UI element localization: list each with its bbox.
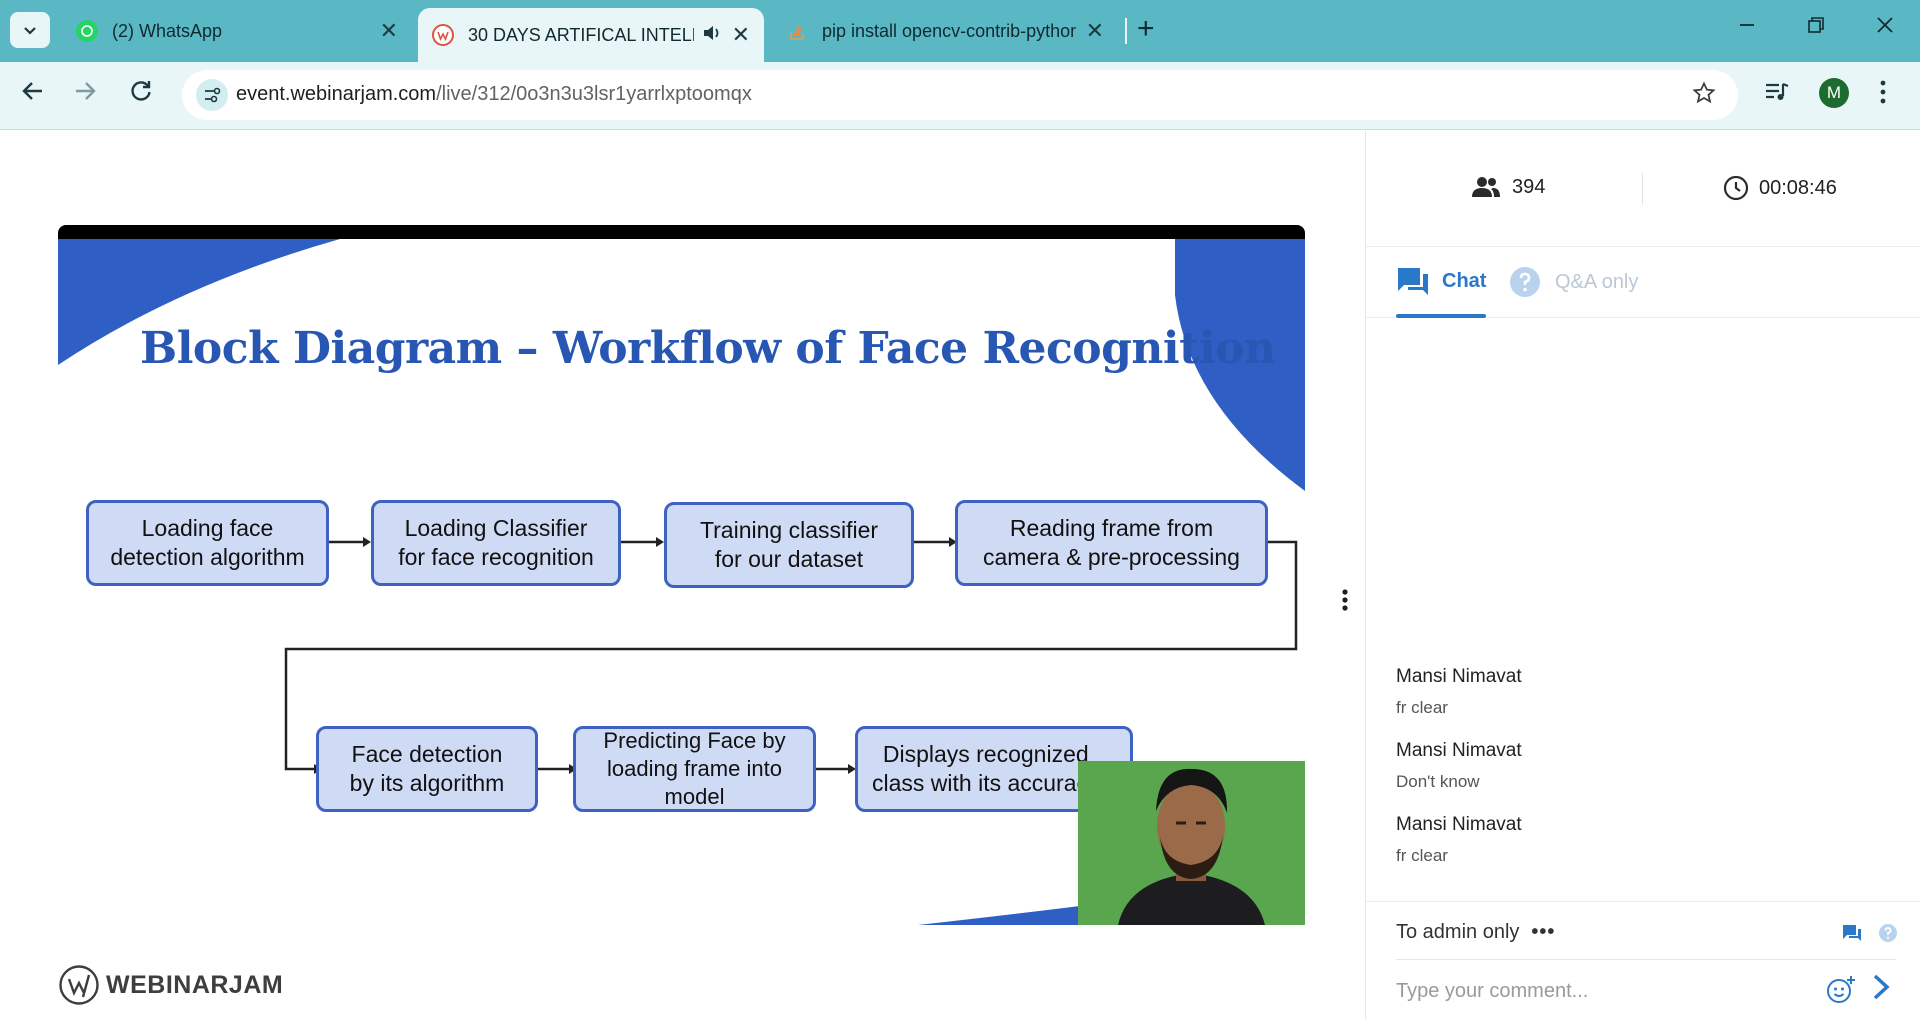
session-timer: 00:08:46 [1723, 175, 1837, 201]
close-icon[interactable]: ✕ [732, 24, 750, 46]
new-tab-button[interactable]: + [1137, 14, 1155, 44]
diagram-block-label: Reading frame from camera & pre-processi… [983, 515, 1240, 570]
url-text[interactable]: event.webinarjam.com/live/312/0o3n3u3lsr… [236, 83, 752, 106]
address-bar[interactable]: event.webinarjam.com/live/312/0o3n3u3lsr… [182, 70, 1738, 120]
webinarjam-icon [432, 24, 454, 46]
stackoverflow-icon [786, 20, 808, 42]
window-close-icon[interactable] [1875, 14, 1895, 42]
tab-title: pip install opencv-contrib-python [822, 20, 1076, 41]
tab-whatsapp[interactable]: (2) WhatsApp ✕ [62, 8, 412, 54]
forward-icon[interactable] [72, 78, 98, 108]
webinar-stage: Block Diagram – Workflow of Face Recogni… [0, 131, 1365, 1020]
comment-input[interactable] [1396, 971, 1816, 1011]
webinarjam-logo: WEBINARJAM [58, 964, 283, 1006]
tab-title: 30 DAYS ARTIFICAL INTELLIGENCE [468, 24, 694, 45]
back-icon[interactable] [20, 78, 46, 108]
message-author: Mansi Nimavat [1396, 666, 1522, 687]
diagram-block-1: Loading face detection algorithm [86, 500, 329, 586]
more-options-icon[interactable]: ••• [1531, 921, 1555, 944]
close-icon[interactable]: ✕ [380, 20, 398, 42]
tab-qa-only[interactable]: Q&A only [1509, 266, 1638, 298]
diagram-block-label: Face detection by its algorithm [349, 741, 505, 796]
recipient-label: To admin only [1396, 921, 1520, 943]
tab-separator [1125, 18, 1127, 44]
diagram-block-4: Reading frame from camera & pre-processi… [955, 500, 1268, 586]
browser-toolbar: event.webinarjam.com/live/312/0o3n3u3lsr… [0, 62, 1920, 130]
compose-mode-icons [1842, 923, 1898, 943]
diagram-block-label: Loading face detection algorithm [110, 515, 305, 570]
stats-divider [1642, 173, 1643, 205]
send-icon[interactable] [1871, 973, 1891, 1007]
message-text: fr clear [1396, 698, 1448, 717]
clock-icon [1723, 175, 1749, 201]
chevron-down-icon [24, 27, 36, 35]
chat-message: Mansi Nimavat Don't know [1396, 740, 1522, 792]
tab-chat[interactable]: Chat [1396, 266, 1486, 296]
chat-message: Mansi Nimavat fr clear [1396, 814, 1522, 866]
speaker-icon[interactable] [702, 24, 722, 47]
media-control-icon[interactable] [1764, 80, 1790, 108]
chat-mode-icon[interactable] [1842, 924, 1862, 942]
message-author: Mansi Nimavat [1396, 814, 1522, 835]
question-mode-icon[interactable] [1878, 923, 1898, 943]
reload-icon[interactable] [128, 78, 154, 108]
compose-separator [1396, 959, 1896, 960]
message-author: Mansi Nimavat [1396, 740, 1522, 761]
diagram-block-label: Displays recognized class with its accur… [872, 741, 1100, 796]
message-text: Don't know [1396, 772, 1480, 791]
tab-webinar[interactable]: 30 DAYS ARTIFICAL INTELLIGENCE ✕ [418, 8, 764, 62]
stats-bar: 394 00:08:46 [1366, 131, 1920, 247]
tab-qa-label: Q&A only [1555, 270, 1639, 293]
diagram-block-label: Training classifier for our dataset [699, 517, 879, 572]
brand-name: WEBINARJAM [106, 970, 284, 999]
browser-tab-bar: (2) WhatsApp ✕ 30 DAYS ARTIFICAL INTELLI… [0, 0, 1920, 62]
restore-icon[interactable] [1806, 14, 1826, 42]
tab-search-button[interactable] [10, 12, 50, 48]
slide-title: Block Diagram – Workflow of Face Recogni… [140, 323, 1276, 374]
active-tab-indicator [1396, 314, 1486, 318]
diagram-block-3: Training classifier for our dataset [664, 502, 914, 588]
chat-sidebar: 394 00:08:46 Chat Q&A only Mansi Nimavat… [1365, 131, 1920, 1020]
bookmark-star-icon[interactable] [1692, 81, 1716, 109]
question-icon [1510, 267, 1540, 297]
diagram-block-2: Loading Classifier for face recognition [371, 500, 621, 586]
webinarjam-logo-icon [59, 965, 99, 1005]
diagram-block-6: Predicting Face by loading frame into mo… [573, 726, 816, 812]
recipient-selector[interactable]: To admin only ••• [1396, 921, 1555, 944]
emoji-icon[interactable] [1826, 975, 1856, 1010]
chat-message: Mansi Nimavat fr clear [1396, 666, 1522, 718]
people-icon [1472, 177, 1500, 197]
presentation-slide: Block Diagram – Workflow of Face Recogni… [58, 225, 1305, 925]
chat-icon [1398, 268, 1428, 295]
compose-divider [1366, 901, 1920, 902]
url-host: event.webinarjam.com [236, 83, 437, 105]
tab-title: (2) WhatsApp [112, 20, 223, 41]
tab-chat-label: Chat [1442, 269, 1487, 292]
diagram-block-5: Face detection by its algorithm [316, 726, 538, 812]
diagram-block-label: Predicting Face by loading frame into mo… [603, 728, 786, 809]
close-icon[interactable]: ✕ [1086, 20, 1104, 42]
presenter-webcam [1078, 761, 1305, 925]
tab-pip-install[interactable]: pip install opencv-contrib-python ✕ [772, 8, 1118, 54]
browser-menu-icon[interactable] [1878, 79, 1888, 109]
message-text: fr clear [1396, 846, 1448, 865]
stage-options-icon[interactable] [1327, 566, 1363, 634]
chat-tabs: Chat Q&A only [1366, 248, 1920, 318]
attendee-count: 394 [1470, 175, 1545, 199]
minimize-icon[interactable] [1737, 14, 1757, 42]
url-path: /live/312/0o3n3u3lsr1yarrlxptoomqx [436, 83, 752, 105]
presenter-video [1078, 761, 1305, 925]
attendee-count-value: 394 [1512, 175, 1546, 198]
profile-avatar[interactable]: M [1819, 78, 1849, 108]
site-info-icon[interactable] [196, 79, 228, 111]
whatsapp-icon [76, 20, 98, 42]
session-timer-value: 00:08:46 [1759, 176, 1837, 199]
diagram-block-label: Loading Classifier for face recognition [398, 515, 594, 570]
